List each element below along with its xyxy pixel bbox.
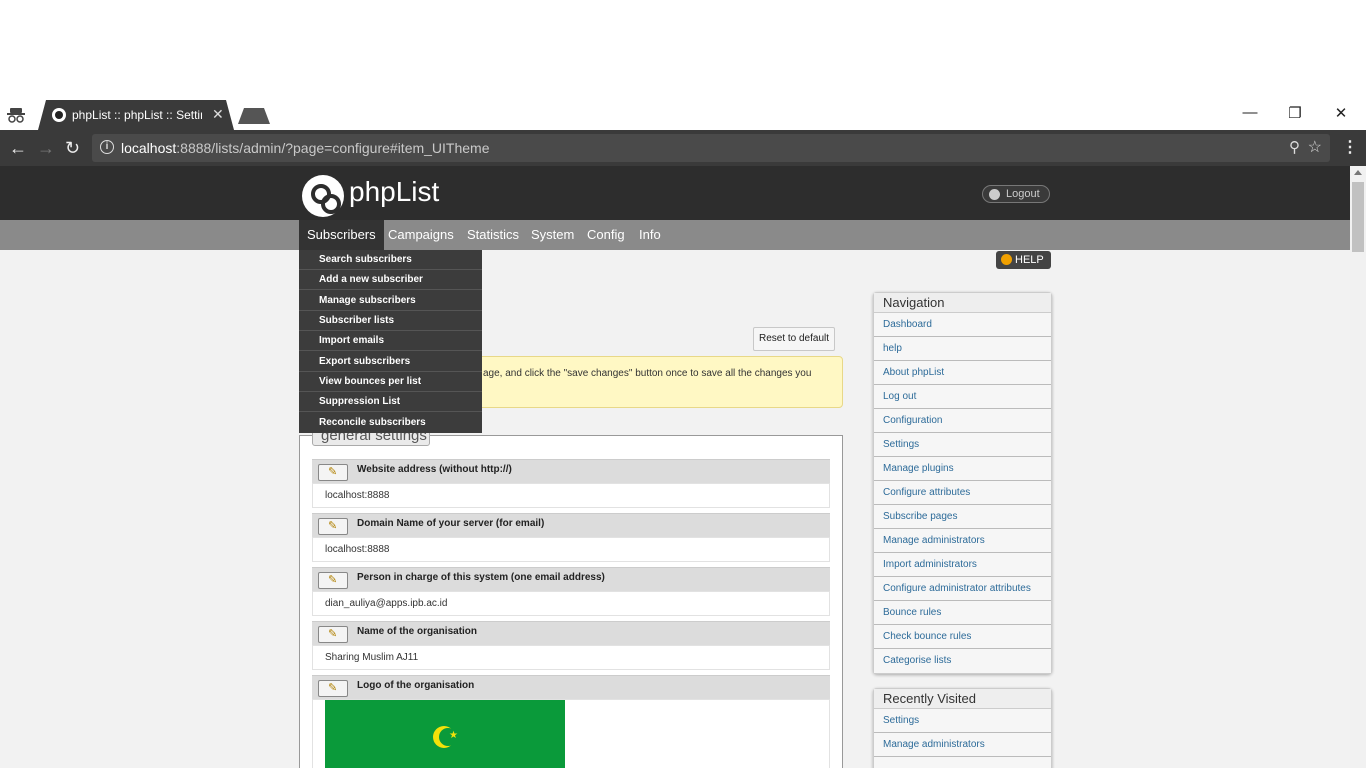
menu-item[interactable]: Suppression List (299, 392, 482, 412)
back-icon[interactable]: ← (9, 138, 27, 159)
menu-item[interactable]: Subscriber lists (299, 311, 482, 331)
menu-item[interactable]: Reconcile subscribers (299, 413, 482, 433)
site-header: phpList Logout (0, 166, 1350, 220)
power-icon (989, 189, 1000, 200)
nav-link[interactable]: Check bounce rules (874, 625, 1051, 649)
setting-label: Name of the organisation (357, 626, 478, 637)
nav-link[interactable]: Manage plugins (874, 457, 1051, 481)
address-bar[interactable]: i localhost:8888/lists/admin/?page=confi… (92, 134, 1330, 162)
nav-subscribers[interactable]: Subscribers (299, 220, 384, 250)
setting-label: Person in charge of this system (one ema… (357, 572, 605, 583)
recently-visited-panel: Recently Visited Settings Manage adminis… (873, 688, 1052, 768)
nav-link[interactable]: Configure administrator attributes (874, 577, 1051, 601)
page-scrollbar[interactable] (1350, 166, 1366, 768)
reset-to-default-button[interactable]: Reset to default (753, 327, 835, 351)
phplist-favicon-icon (52, 108, 66, 122)
setting-label: Domain Name of your server (for email) (357, 518, 545, 529)
star-icon: ★ (449, 730, 458, 741)
nav-link[interactable]: Bounce rules (874, 601, 1051, 625)
minimize-icon[interactable]: — (1227, 104, 1273, 121)
logout-button[interactable]: Logout (982, 185, 1050, 203)
subscribers-dropdown-menu: Search subscribers Add a new subscriber … (299, 250, 482, 433)
browser-toolbar: ← → ↻ i localhost:8888/lists/admin/?page… (0, 130, 1366, 166)
zoom-icon[interactable]: ⚲ (1289, 138, 1300, 156)
active-tab[interactable]: phpList :: phpList :: Settings ✕ (38, 100, 234, 130)
forward-icon[interactable]: → (37, 138, 55, 159)
nav-link[interactable]: Configure attributes (874, 481, 1051, 505)
menu-item[interactable]: View bounces per list (299, 372, 482, 392)
setting-value: localhost:8888 (312, 483, 830, 508)
edit-icon[interactable] (318, 464, 348, 481)
nav-system[interactable]: System (531, 227, 574, 242)
notice-text: age, and click the "save changes" button… (483, 368, 812, 379)
nav-link[interactable]: Subscribe pages (874, 505, 1051, 529)
new-tab-button[interactable] (238, 108, 270, 124)
brand-name[interactable]: phpList (349, 176, 439, 208)
help-info-icon (1001, 254, 1012, 265)
nav-statistics[interactable]: Statistics (467, 227, 519, 242)
restore-icon[interactable]: ❐ (1272, 104, 1318, 122)
close-tab-icon[interactable]: ✕ (212, 106, 224, 123)
setting-value: ★ (312, 699, 830, 768)
nav-info[interactable]: Info (639, 227, 661, 242)
organisation-logo-image: ★ (325, 700, 565, 768)
nav-campaigns[interactable]: Campaigns (388, 227, 454, 242)
setting-label: Website address (without http://) (357, 464, 512, 475)
instruction-notice: age, and click the "save changes" button… (470, 356, 843, 408)
setting-header: Website address (without http://) (312, 459, 830, 483)
navigation-panel: Navigation Dashboard help About phpList … (873, 292, 1052, 674)
incognito-icon (7, 108, 25, 123)
nav-link[interactable]: Manage administrators (874, 529, 1051, 553)
setting-value: dian_auliya@apps.ipb.ac.id (312, 591, 830, 616)
scroll-up-icon[interactable] (1354, 170, 1362, 175)
nav-link[interactable]: Configuration (874, 409, 1051, 433)
bookmark-star-icon[interactable]: ☆ (1308, 137, 1322, 157)
page-viewport: phpList Logout Subscribers Campaigns Sta… (0, 166, 1350, 768)
setting-label: Logo of the organisation (357, 680, 475, 691)
reload-icon[interactable]: ↻ (65, 138, 80, 159)
setting-header: Logo of the organisation (312, 675, 830, 699)
setting-value: localhost:8888 (312, 537, 830, 562)
close-window-icon[interactable]: ✕ (1318, 104, 1364, 122)
edit-icon[interactable] (318, 680, 348, 697)
nav-config[interactable]: Config (587, 227, 625, 242)
info-icon[interactable]: i (100, 140, 114, 154)
nav-link[interactable]: Settings (874, 433, 1051, 457)
menu-item[interactable]: Import emails (299, 331, 482, 351)
nav-link[interactable]: help (874, 337, 1051, 361)
recent-link[interactable]: Settings (874, 709, 1051, 733)
help-label: HELP (1015, 254, 1044, 266)
edit-icon[interactable] (318, 572, 348, 589)
tab-title: phpList :: phpList :: Settings (72, 108, 202, 122)
scroll-thumb[interactable] (1352, 182, 1364, 252)
nav-link[interactable]: Dashboard (874, 313, 1051, 337)
logout-label: Logout (1006, 188, 1040, 200)
browser-chrome: phpList :: phpList :: Settings ✕ — ❐ ✕ ←… (0, 100, 1366, 166)
nav-link[interactable]: Categorise lists (874, 649, 1051, 673)
panel-title: Navigation (874, 293, 1051, 313)
tab-strip: phpList :: phpList :: Settings ✕ — ❐ ✕ (0, 100, 1366, 130)
help-button[interactable]: HELP (996, 251, 1051, 269)
url-text: localhost:8888/lists/admin/?page=configu… (121, 140, 490, 156)
menu-item[interactable]: Search subscribers (299, 250, 482, 270)
edit-icon[interactable] (318, 518, 348, 535)
edit-icon[interactable] (318, 626, 348, 643)
nav-link[interactable]: Log out (874, 385, 1051, 409)
setting-header: Name of the organisation (312, 621, 830, 645)
menu-item[interactable]: Add a new subscriber (299, 270, 482, 290)
nav-link[interactable]: About phpList (874, 361, 1051, 385)
phplist-logo-icon[interactable] (302, 175, 344, 217)
menu-item[interactable]: Manage subscribers (299, 291, 482, 311)
setting-header: Person in charge of this system (one ema… (312, 567, 830, 591)
menu-item[interactable]: Export subscribers (299, 352, 482, 372)
browser-menu-icon[interactable]: ⋮ (1342, 137, 1358, 157)
setting-header: Domain Name of your server (for email) (312, 513, 830, 537)
recent-link[interactable] (874, 757, 1051, 768)
main-navigation: Subscribers Campaigns Statistics System … (0, 220, 1350, 250)
nav-link[interactable]: Import administrators (874, 553, 1051, 577)
panel-title: Recently Visited (874, 689, 1051, 709)
recent-link[interactable]: Manage administrators (874, 733, 1051, 757)
setting-value: Sharing Muslim AJ11 (312, 645, 830, 670)
